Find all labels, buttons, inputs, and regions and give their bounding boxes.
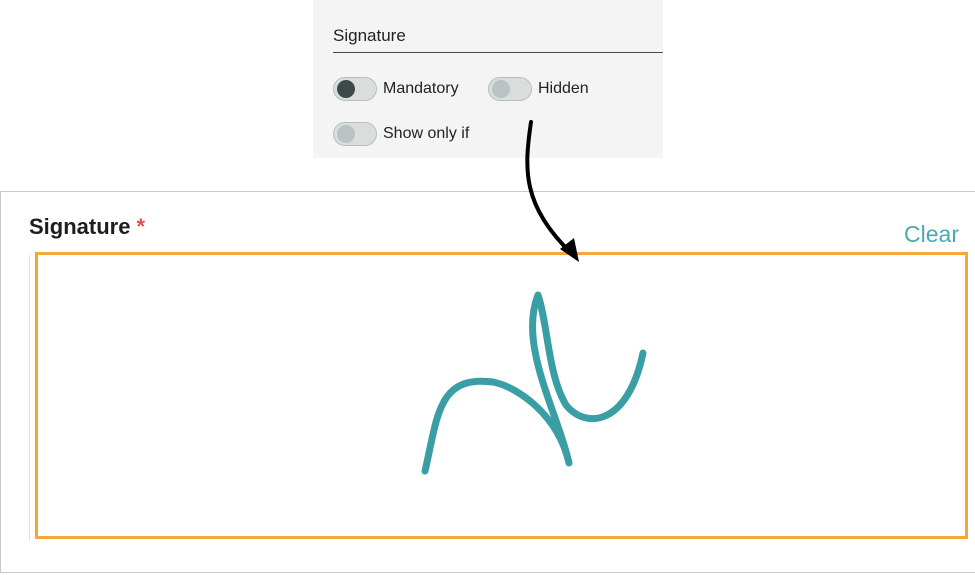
- signature-drawing: [421, 291, 647, 475]
- hidden-toggle[interactable]: [488, 77, 532, 101]
- field-settings-panel: Signature Mandatory Hidden Show only if: [313, 0, 663, 158]
- show-only-if-toggle[interactable]: [333, 122, 377, 146]
- signature-field-label: Signature *: [29, 214, 145, 240]
- form-preview: Signature * Clear: [0, 191, 975, 573]
- signature-stroke: [421, 291, 647, 475]
- mandatory-label: Mandatory: [383, 80, 459, 97]
- field-name-value: Signature: [333, 26, 406, 45]
- show-only-if-label: Show only if: [383, 125, 470, 142]
- signature-field-label-text: Signature: [29, 214, 131, 239]
- toggle-knob: [337, 80, 355, 98]
- toggle-knob: [337, 125, 355, 143]
- toggle-knob: [492, 80, 510, 98]
- mandatory-toggle[interactable]: [333, 77, 377, 101]
- field-name-input[interactable]: Signature: [333, 20, 663, 53]
- show-only-if-toggle-row: Show only if: [333, 122, 469, 146]
- hidden-toggle-row: Hidden: [488, 77, 589, 101]
- signature-pad[interactable]: [35, 252, 968, 539]
- hidden-label: Hidden: [538, 80, 589, 97]
- required-marker: *: [136, 214, 146, 239]
- mandatory-toggle-row: Mandatory: [333, 77, 459, 101]
- clear-button[interactable]: Clear: [904, 221, 959, 248]
